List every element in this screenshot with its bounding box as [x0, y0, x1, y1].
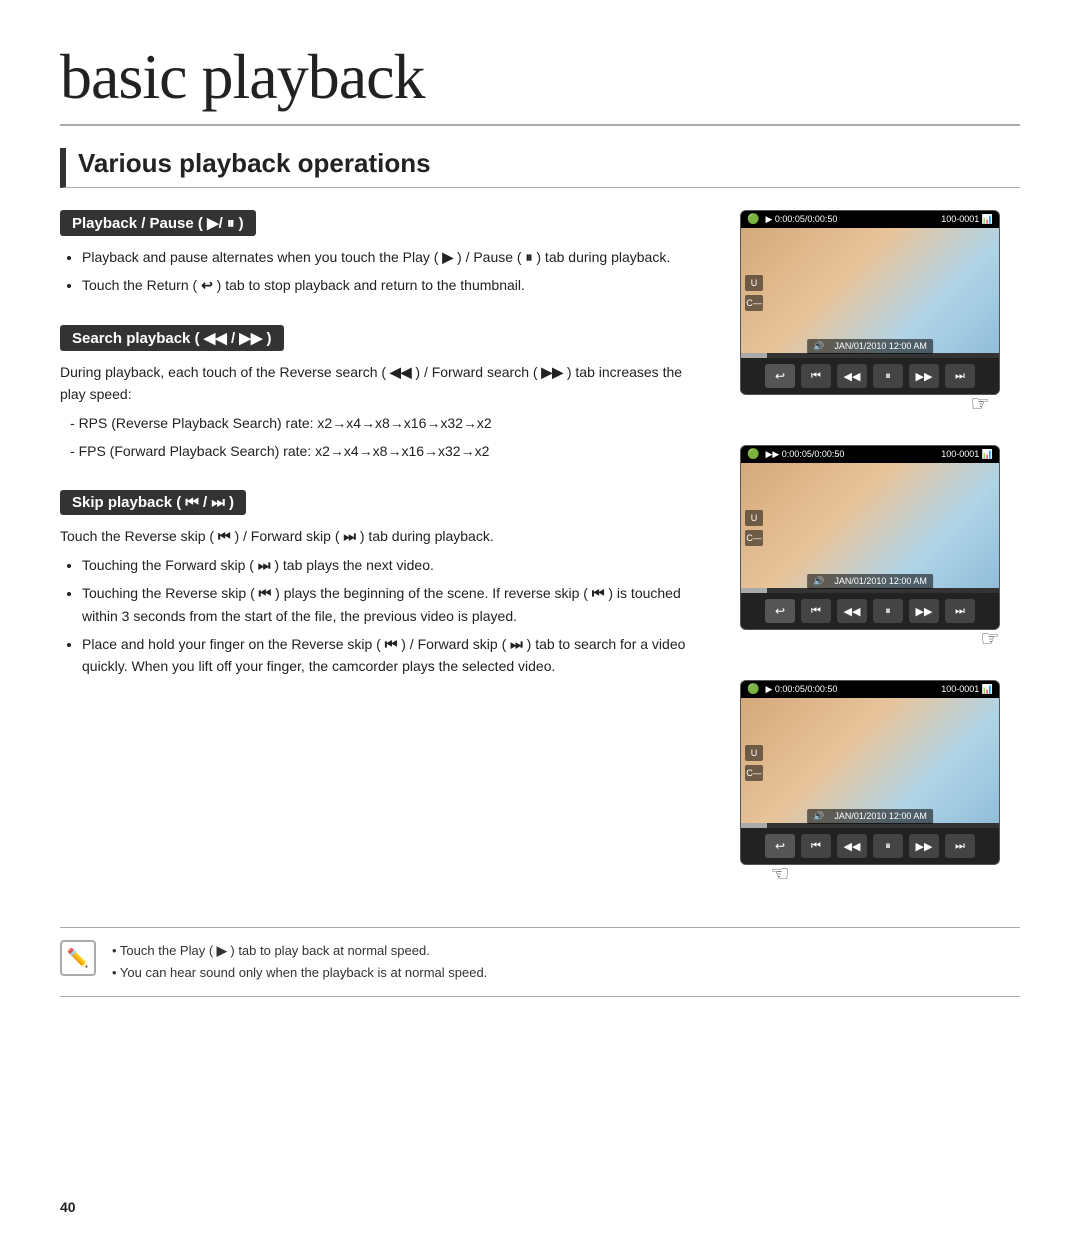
cam-btn-rev-3[interactable]: ◀◀ [837, 834, 867, 858]
screenshot-3: 🟢 ▶ 0:00:05/0:00:50 100-0001 📊 U C— 🔊 JA… [740, 680, 1020, 887]
cam-btn-rev-2[interactable]: ◀◀ [837, 599, 867, 623]
cam-time-3: ▶ 0:00:05/0:00:50 [765, 684, 837, 695]
right-column: 🟢 ▶ 0:00:05/0:00:50 100-0001 📊 U C— 🔊 JA… [740, 210, 1020, 887]
search-playback-intro: During playback, each touch of the Rever… [60, 361, 700, 406]
cam-play-icon-2: 🟢 [747, 449, 759, 460]
cam-btn-pause-3[interactable]: ⏸ [873, 834, 903, 858]
cam-controls-1: ↩ ⏮ ◀◀ ⏸ ▶▶ ⏭ [741, 358, 999, 394]
skip-playback-intro: Touch the Reverse skip ( ⏮ ) / Forward s… [60, 525, 700, 547]
cam-date-label-3: 🔊 JAN/01/2010 12:00 AM [807, 809, 933, 824]
list-item: Touching the Forward skip ( ⏭ ) tab play… [82, 554, 700, 576]
cam-btn-fwd-next-2[interactable]: ⏭ [945, 599, 975, 623]
hand-2: ☞ [740, 626, 1020, 652]
cam-icon-usb-2: U [745, 510, 763, 526]
cam-btn-fwd-1[interactable]: ▶▶ [909, 364, 939, 388]
cam-btn-back-3[interactable]: ↩ [765, 834, 795, 858]
note-content: • Touch the Play ( ▶ ) tab to play back … [112, 940, 487, 984]
cam-side-icons-3: U C— [745, 745, 763, 781]
cam-btn-fwd-2[interactable]: ▶▶ [909, 599, 939, 623]
cam-btn-fwd-next-1[interactable]: ⏭ [945, 364, 975, 388]
cam-side-icons-1: U C— [745, 275, 763, 311]
cam-btn-rev-1[interactable]: ◀◀ [837, 364, 867, 388]
cam-icon-c: C— [745, 295, 763, 311]
page-title: basic playback [60, 40, 1020, 126]
cam-btn-back-1[interactable]: ↩ [765, 364, 795, 388]
subsection-title-playback-pause: Playback / Pause ( ▶/ ⏸ ) [60, 210, 256, 236]
hand-3: ☜ [740, 861, 1020, 887]
cam-counter-3: 100-0001 📊 [941, 684, 993, 695]
cam-top-bar-3: 🟢 ▶ 0:00:05/0:00:50 100-0001 📊 [741, 681, 999, 698]
cam-image-1: U C— 🔊 JAN/01/2010 12:00 AM [741, 228, 999, 358]
cam-time-2: ▶▶ 0:00:05/0:00:50 [765, 449, 844, 460]
search-playback-dash-list: RPS (Reverse Playback Search) rate: x2→x… [60, 412, 700, 463]
list-item: Touch the Return ( ↩ ) tab to stop playb… [82, 274, 700, 296]
subsection-title-skip-playback: Skip playback ( ⏮ / ⏭ ) [60, 490, 246, 515]
cam-controls-2: ↩ ⏮ ◀◀ ⏸ ▶▶ ⏭ [741, 593, 999, 629]
cam-icon-c-3: C— [745, 765, 763, 781]
cam-play-icon: 🟢 [747, 214, 759, 225]
cam-date-label-2: 🔊 JAN/01/2010 12:00 AM [807, 574, 933, 589]
list-item: FPS (Forward Playback Search) rate: x2→x… [70, 440, 700, 462]
subsection-skip-playback: Skip playback ( ⏮ / ⏭ ) Touch the Revers… [60, 490, 700, 677]
cam-counter-2: 100-0001 📊 [941, 449, 993, 460]
cam-btn-rev-prev-2[interactable]: ⏮ [801, 599, 831, 623]
cam-btn-back-2[interactable]: ↩ [765, 599, 795, 623]
section-heading: Various playback operations [60, 148, 1020, 188]
cam-image-2: U C— 🔊 JAN/01/2010 12:00 AM [741, 463, 999, 593]
list-item: Playback and pause alternates when you t… [82, 246, 700, 268]
bottom-note: ✏️ • Touch the Play ( ▶ ) tab to play ba… [60, 927, 1020, 997]
left-column: Playback / Pause ( ▶/ ⏸ ) Playback and p… [60, 210, 700, 706]
list-item: Touching the Reverse skip ( ⏮ ) plays th… [82, 582, 700, 627]
cam-play-icon-3: 🟢 [747, 684, 759, 695]
list-item: RPS (Reverse Playback Search) rate: x2→x… [70, 412, 700, 434]
cam-side-icons-2: U C— [745, 510, 763, 546]
hand-1: ☞ [740, 391, 1020, 417]
cam-btn-pause-1[interactable]: ⏸ [873, 364, 903, 388]
list-item: Place and hold your finger on the Revers… [82, 633, 700, 678]
cam-icon-c-2: C— [745, 530, 763, 546]
cam-date-label-1: 🔊 JAN/01/2010 12:00 AM [807, 339, 933, 354]
note-item-2: • You can hear sound only when the playb… [112, 962, 487, 984]
cam-icon-usb-3: U [745, 745, 763, 761]
cam-btn-fwd-3[interactable]: ▶▶ [909, 834, 939, 858]
subsection-playback-pause: Playback / Pause ( ▶/ ⏸ ) Playback and p… [60, 210, 700, 297]
subsection-title-search-playback: Search playback ( ◀◀ / ▶▶ ) [60, 325, 284, 351]
note-item-1: • Touch the Play ( ▶ ) tab to play back … [112, 940, 487, 962]
cam-top-bar-2: 🟢 ▶▶ 0:00:05/0:00:50 100-0001 📊 [741, 446, 999, 463]
cam-btn-rev-prev-1[interactable]: ⏮ [801, 364, 831, 388]
skip-playback-list: Touching the Forward skip ( ⏭ ) tab play… [60, 554, 700, 678]
subsection-search-playback: Search playback ( ◀◀ / ▶▶ ) During playb… [60, 325, 700, 463]
cam-btn-fwd-next-3[interactable]: ⏭ [945, 834, 975, 858]
cam-top-bar-1: 🟢 ▶ 0:00:05/0:00:50 100-0001 📊 [741, 211, 999, 228]
page-number: 40 [60, 1199, 76, 1215]
cam-image-3: U C— 🔊 JAN/01/2010 12:00 AM [741, 698, 999, 828]
main-content: Playback / Pause ( ▶/ ⏸ ) Playback and p… [60, 210, 1020, 887]
note-icon: ✏️ [60, 940, 96, 976]
screenshot-1: 🟢 ▶ 0:00:05/0:00:50 100-0001 📊 U C— 🔊 JA… [740, 210, 1020, 417]
cam-time-1: ▶ 0:00:05/0:00:50 [765, 214, 837, 225]
cam-btn-pause-2[interactable]: ⏸ [873, 599, 903, 623]
cam-btn-rev-prev-3[interactable]: ⏮ [801, 834, 831, 858]
playback-pause-list: Playback and pause alternates when you t… [60, 246, 700, 297]
screenshot-2: 🟢 ▶▶ 0:00:05/0:00:50 100-0001 📊 U C— 🔊 J… [740, 445, 1020, 652]
cam-icon-usb: U [745, 275, 763, 291]
cam-controls-3: ↩ ⏮ ◀◀ ⏸ ▶▶ ⏭ [741, 828, 999, 864]
cam-counter-1: 100-0001 📊 [941, 214, 993, 225]
